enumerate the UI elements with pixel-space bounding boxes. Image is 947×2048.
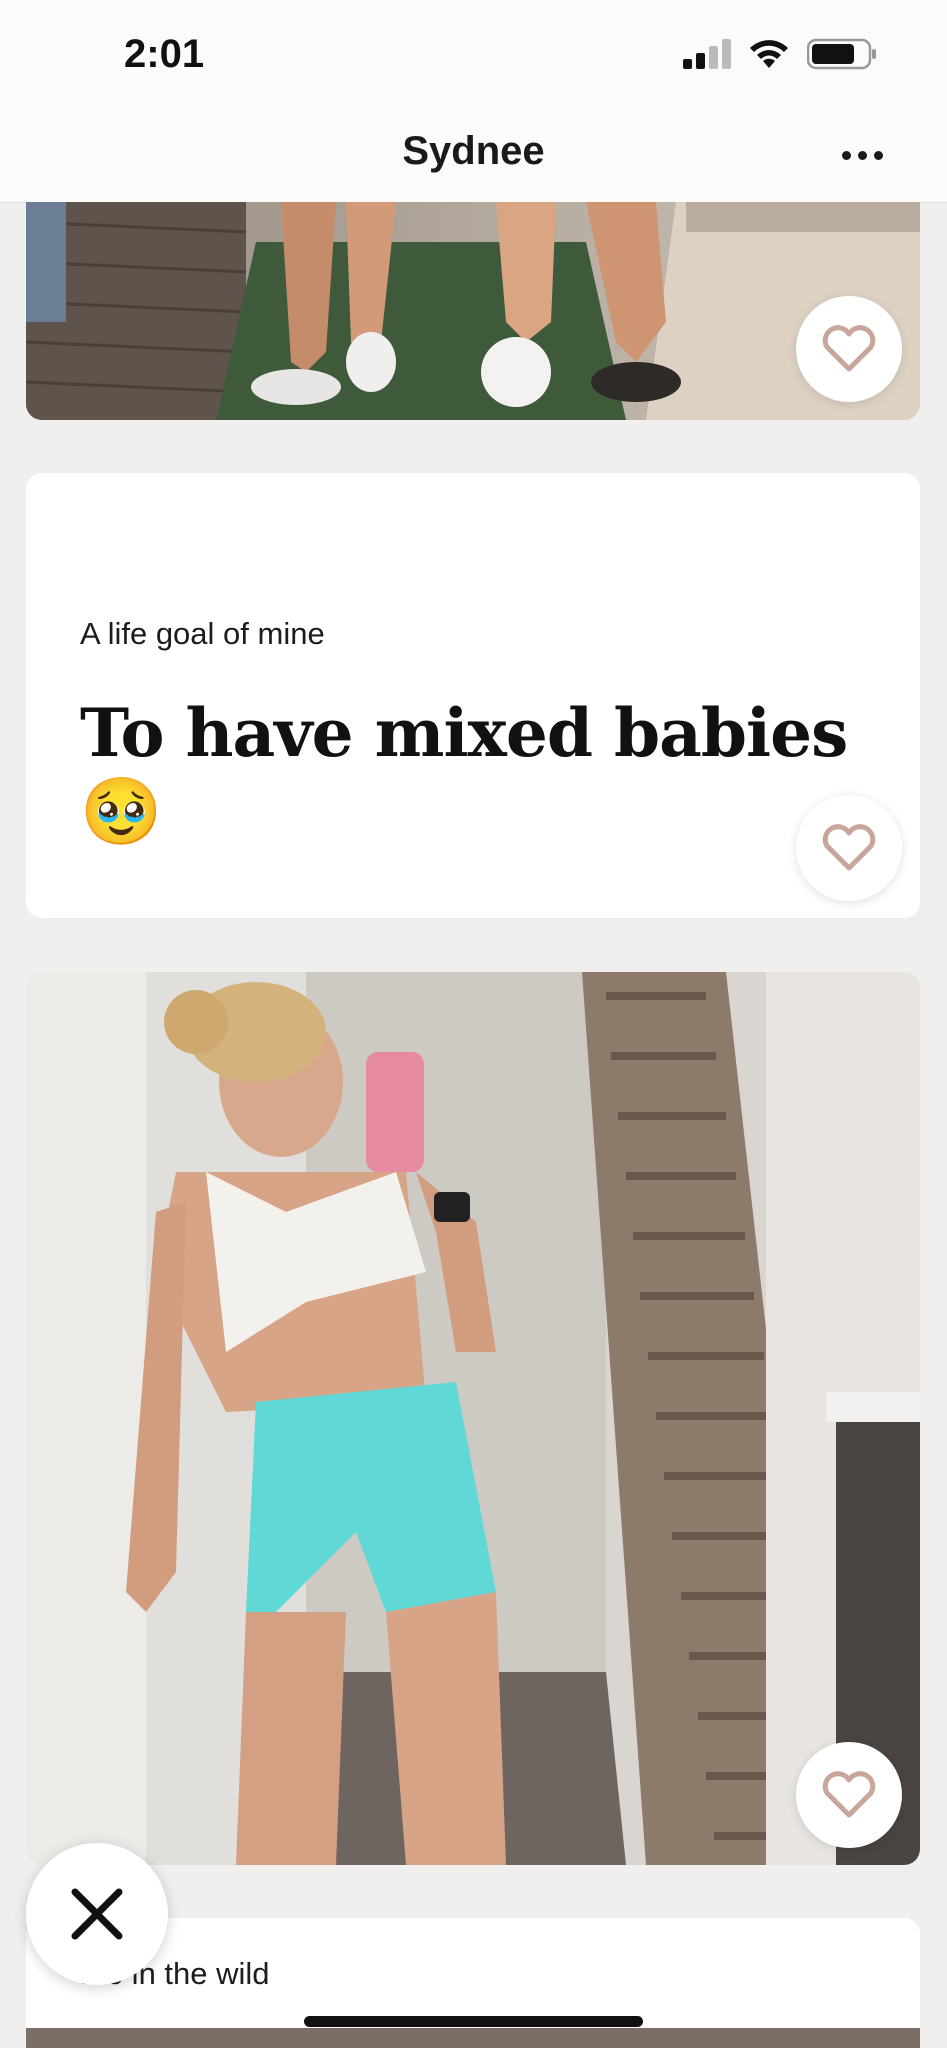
prompt-answer: To have mixed babies 🥹 [80,694,848,850]
like-button[interactable] [796,296,902,402]
photo-card-top [26,202,920,420]
more-horizontal-icon[interactable] [842,151,883,160]
like-button[interactable] [796,1742,902,1848]
photo-mirror-selfie [26,972,920,1865]
prompt-card: A life goal of mine To have mixed babies… [26,473,920,918]
like-button[interactable] [796,795,902,901]
profile-header: Sydnee [0,105,947,203]
prompt-question: A life goal of mine [80,616,325,651]
battery-icon [807,38,876,70]
close-x-icon [71,1888,123,1940]
photo-card-main [26,972,920,1865]
heart-outline-icon [822,325,876,372]
heart-outline-icon [822,1771,876,1818]
status-time: 2:01 [124,32,205,76]
pass-button[interactable] [26,1843,168,1985]
photo-strip [26,2028,920,2048]
profile-name-title: Sydnee [402,129,545,173]
heart-outline-icon [822,824,876,871]
wifi-icon [750,40,788,68]
profile-screen: 2:01 Sydnee A life goal of mine To have … [0,0,947,2048]
photo-feet-sandals [26,202,920,420]
cellular-signal-icon [683,39,731,69]
status-icons [683,38,877,70]
home-indicator [304,2016,643,2027]
status-bar: 2:01 [0,0,947,105]
